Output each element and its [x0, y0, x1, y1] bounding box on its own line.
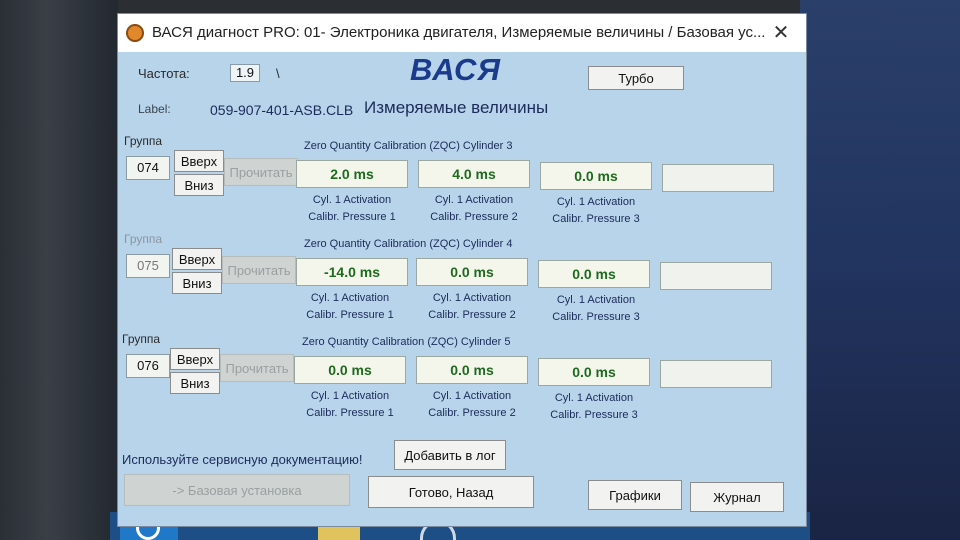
value-field-empty [662, 164, 774, 192]
value-description: Cyl. 1 Activation Calibr. Pressure 1 [306, 292, 394, 321]
mode-title: Измеряемые величины [364, 98, 549, 117]
service-doc-notice: Используйте сервисную документацию! [122, 452, 363, 467]
value-description: Cyl. 1 Activation Calibr. Pressure 2 [428, 292, 516, 321]
group-down-button[interactable]: Вниз [174, 174, 224, 196]
group-number-input[interactable]: 075 [126, 254, 170, 278]
main-window: ВАСЯ диагност PRO: 01- Электроника двига… [118, 14, 806, 526]
read-button[interactable]: Прочитать [224, 158, 298, 186]
value-field: 0.0 ms [538, 260, 650, 288]
value-description: Cyl. 1 Activation Calibr. Pressure 1 [306, 390, 394, 419]
label-file: 059-907-401-ASB.CLB [210, 102, 354, 118]
group-title: Zero Quantity Calibration (ZQC) Cylinder… [304, 140, 513, 152]
value-field: 0.0 ms [540, 162, 652, 190]
value-description: Cyl. 1 Activation Calibr. Pressure 1 [308, 194, 396, 223]
value-field: 0.0 ms [294, 356, 406, 384]
group-up-button[interactable]: Вверх [172, 248, 222, 270]
group-up-button[interactable]: Вверх [174, 150, 224, 172]
value-field: 0.0 ms [416, 356, 528, 384]
app-icon [126, 24, 144, 42]
value-field: 0.0 ms [416, 258, 528, 286]
frequency-value: 1.9 [230, 64, 260, 82]
add-to-log-button[interactable]: Добавить в лог [394, 440, 506, 470]
app-logo: ВАСЯ [410, 52, 502, 87]
read-button[interactable]: Прочитать [222, 256, 296, 284]
label-caption: Label: [138, 102, 171, 116]
value-field: 2.0 ms [296, 160, 408, 188]
value-description: Cyl. 1 Activation Calibr. Pressure 2 [430, 194, 518, 223]
frequency-label: Частота: [138, 66, 190, 81]
group-number-input[interactable]: 076 [126, 354, 170, 378]
frequency-separator: \ [276, 66, 280, 81]
group-label: Группа [124, 134, 163, 148]
group-label: Группа [124, 232, 163, 246]
group-label: Группа [122, 332, 161, 346]
title-bar[interactable]: ВАСЯ диагност PRO: 01- Электроника двига… [118, 14, 806, 52]
value-description: Cyl. 1 Activation Calibr. Pressure 2 [428, 390, 516, 419]
group-up-button[interactable]: Вверх [170, 348, 220, 370]
value-field: -14.0 ms [296, 258, 408, 286]
value-field: 4.0 ms [418, 160, 530, 188]
value-description: Cyl. 1 Activation Calibr. Pressure 3 [552, 294, 640, 323]
group-title: Zero Quantity Calibration (ZQC) Cylinder… [302, 336, 511, 348]
value-description: Cyl. 1 Activation Calibr. Pressure 3 [552, 196, 640, 225]
window-title: ВАСЯ диагност PRO: 01- Электроника двига… [152, 24, 766, 41]
turbo-button[interactable]: Турбо [588, 66, 684, 90]
close-button[interactable]: ✕ [766, 20, 796, 46]
group-number-input[interactable]: 074 [126, 156, 170, 180]
basic-setting-button[interactable]: -> Базовая установка [124, 474, 350, 506]
value-field: 0.0 ms [538, 358, 650, 386]
graphs-button[interactable]: Графики [588, 480, 682, 510]
done-back-button[interactable]: Готово, Назад [368, 476, 534, 508]
value-description: Cyl. 1 Activation Calibr. Pressure 3 [550, 392, 638, 421]
read-button[interactable]: Прочитать [220, 354, 294, 382]
desktop-wallpaper [800, 0, 960, 540]
monitor-bezel-left [0, 0, 118, 540]
journal-button[interactable]: Журнал [690, 482, 784, 512]
value-field-empty [660, 262, 772, 290]
value-field-empty [660, 360, 772, 388]
group-title: Zero Quantity Calibration (ZQC) Cylinder… [304, 238, 513, 250]
group-down-button[interactable]: Вниз [172, 272, 222, 294]
group-down-button[interactable]: Вниз [170, 372, 220, 394]
